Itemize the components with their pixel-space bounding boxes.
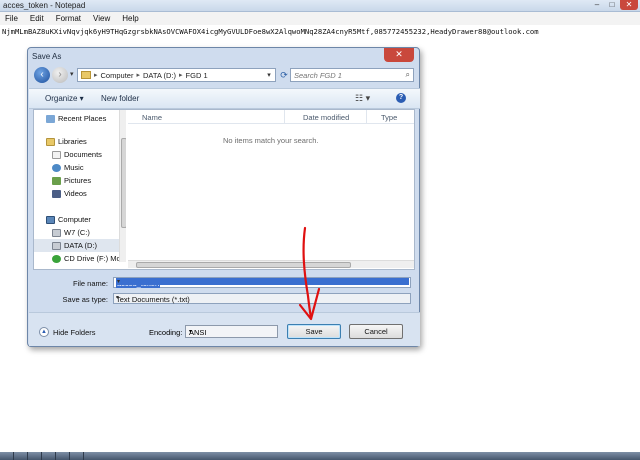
nav-item-videos[interactable]: Videos: [52, 187, 87, 200]
file-name-label: File name:: [72, 279, 108, 288]
help-icon[interactable]: ?: [396, 93, 406, 103]
pictures-icon: [52, 176, 61, 185]
column-type[interactable]: Type: [381, 113, 397, 122]
search-box[interactable]: ⌕: [290, 68, 414, 82]
change-view-icon[interactable]: ☷ ▾: [355, 93, 370, 104]
taskbar-item[interactable]: [70, 452, 84, 460]
nav-item-cd-drive[interactable]: CD Drive (F:) Mol: [52, 252, 122, 265]
forward-arrow-icon[interactable]: ›: [52, 67, 68, 83]
nav-item-label: Libraries: [58, 137, 87, 146]
dialog-close-icon[interactable]: ✕: [384, 48, 414, 62]
computer-icon: [46, 215, 55, 224]
save-button[interactable]: Save: [287, 324, 341, 339]
cd-drive-icon: [52, 254, 61, 263]
recent-locations-dropdown-icon[interactable]: ▾: [70, 70, 74, 78]
nav-pane-scrollbar[interactable]: [119, 110, 126, 262]
breadcrumb-computer[interactable]: Computer: [101, 71, 134, 80]
save-type-label: Save as type:: [62, 295, 108, 304]
nav-item-music[interactable]: Music: [52, 161, 84, 174]
nav-item-label: DATA (D:): [64, 241, 98, 250]
menu-file[interactable]: File: [5, 12, 18, 25]
nav-item-label: Documents: [64, 150, 102, 159]
menu-view[interactable]: View: [93, 12, 110, 25]
address-bar[interactable]: ▸ Computer ▸ DATA (D:) ▸ FGD 1 ▾: [77, 68, 276, 82]
nav-item-label: Recent Places: [58, 114, 107, 123]
save-type-dropdown-icon[interactable]: ▾: [116, 294, 408, 301]
chevron-up-icon: ▲: [39, 327, 49, 337]
save-as-dialog: Save As ✕ ‹ › ▾ ▸ Computer ▸ DATA (D:) ▸…: [27, 47, 420, 347]
drive-icon: [52, 228, 61, 237]
hide-folders-button[interactable]: ▲ Hide Folders: [39, 327, 96, 337]
libraries-icon: [46, 137, 55, 146]
nav-item-computer[interactable]: Computer: [46, 213, 91, 226]
taskbar-item[interactable]: [0, 452, 14, 460]
maximize-icon[interactable]: □: [605, 0, 619, 10]
nav-item-label: CD Drive (F:) Mol: [64, 254, 123, 263]
notepad-text-area[interactable]: NjmMLmBAZ8uKXivNqvjqk6yH9THqGzgrsbkNAsOV…: [2, 27, 539, 36]
folder-icon: [81, 71, 91, 79]
nav-item-pictures[interactable]: Pictures: [52, 174, 91, 187]
taskbar: [0, 452, 640, 460]
scrollbar-thumb[interactable]: [136, 262, 351, 268]
nav-item-documents[interactable]: Documents: [52, 148, 102, 161]
hide-folders-label: Hide Folders: [53, 327, 96, 337]
back-arrow-icon[interactable]: ‹: [34, 67, 50, 83]
dialog-toolbar: Organize ▾ New folder ☷ ▾ ?: [29, 88, 420, 109]
search-icon: ⌕: [405, 70, 410, 79]
menu-edit[interactable]: Edit: [30, 12, 44, 25]
recent-places-icon: [46, 114, 55, 123]
nav-item-recent-places[interactable]: Recent Places: [46, 112, 106, 125]
dialog-footer: ▲ Hide Folders Encoding: ANSI ▾ Save Can…: [29, 312, 420, 346]
window-controls: – □ ✕: [590, 0, 638, 10]
encoding-dropdown-icon: ▾: [189, 329, 193, 335]
notepad-title: acces_token - Notepad: [3, 1, 86, 10]
nav-item-data-drive[interactable]: DATA (D:): [34, 239, 124, 252]
save-type-select[interactable]: Text Documents (*.txt) ▾: [113, 293, 411, 304]
address-row: ‹ › ▾ ▸ Computer ▸ DATA (D:) ▸ FGD 1 ▾ ⟳…: [32, 67, 415, 85]
address-dropdown-icon[interactable]: ▾: [263, 71, 275, 79]
file-list-scrollbar[interactable]: [128, 260, 414, 268]
file-name-dropdown-icon[interactable]: ▾: [116, 278, 409, 285]
encoding-label: Encoding:: [149, 328, 183, 337]
nav-item-label: Videos: [64, 189, 87, 198]
breadcrumb-fgd1[interactable]: FGD 1: [186, 71, 208, 80]
minimize-icon[interactable]: –: [590, 0, 604, 10]
column-headers: Name Date modified Type: [128, 110, 414, 124]
menu-help[interactable]: Help: [122, 12, 138, 25]
notepad-menu-bar: File Edit Format View Help: [0, 12, 640, 25]
column-name[interactable]: Name: [142, 113, 162, 122]
taskbar-item[interactable]: [14, 452, 28, 460]
taskbar-item[interactable]: [42, 452, 56, 460]
new-folder-button[interactable]: New folder: [101, 94, 139, 103]
taskbar-item[interactable]: [28, 452, 42, 460]
menu-format[interactable]: Format: [56, 12, 81, 25]
nav-item-w7-drive[interactable]: W7 (C:): [52, 226, 90, 239]
breadcrumb-data-drive[interactable]: DATA (D:): [143, 71, 176, 80]
column-date-modified[interactable]: Date modified: [303, 113, 349, 122]
scrollbar-thumb[interactable]: [121, 138, 126, 228]
file-name-input[interactable]: acces_token ▾: [113, 277, 411, 288]
organize-button[interactable]: Organize ▾: [45, 94, 84, 103]
notepad-title-bar: acces_token - Notepad – □ ✕: [0, 0, 640, 12]
drive-icon: [52, 241, 61, 250]
nav-item-label: Pictures: [64, 176, 92, 185]
nav-item-label: Computer: [58, 215, 91, 224]
browser-area: Recent Places Libraries Documents Music …: [33, 109, 415, 270]
music-icon: [52, 163, 61, 172]
nav-item-label: W7 (C:): [64, 228, 90, 237]
dialog-title: Save As: [32, 52, 62, 61]
file-list: Name Date modified Type No items match y…: [128, 110, 414, 269]
search-input[interactable]: [294, 70, 394, 81]
empty-message: No items match your search.: [223, 136, 319, 145]
close-icon[interactable]: ✕: [620, 0, 638, 10]
taskbar-item[interactable]: [56, 452, 70, 460]
encoding-select[interactable]: ANSI ▾: [185, 325, 278, 338]
nav-item-libraries[interactable]: Libraries: [46, 135, 87, 148]
cancel-button[interactable]: Cancel: [349, 324, 403, 339]
videos-icon: [52, 189, 61, 198]
refresh-icon[interactable]: ⟳: [278, 69, 290, 81]
documents-icon: [52, 150, 61, 159]
nav-item-label: Music: [64, 163, 84, 172]
navigation-pane: Recent Places Libraries Documents Music …: [34, 110, 126, 269]
